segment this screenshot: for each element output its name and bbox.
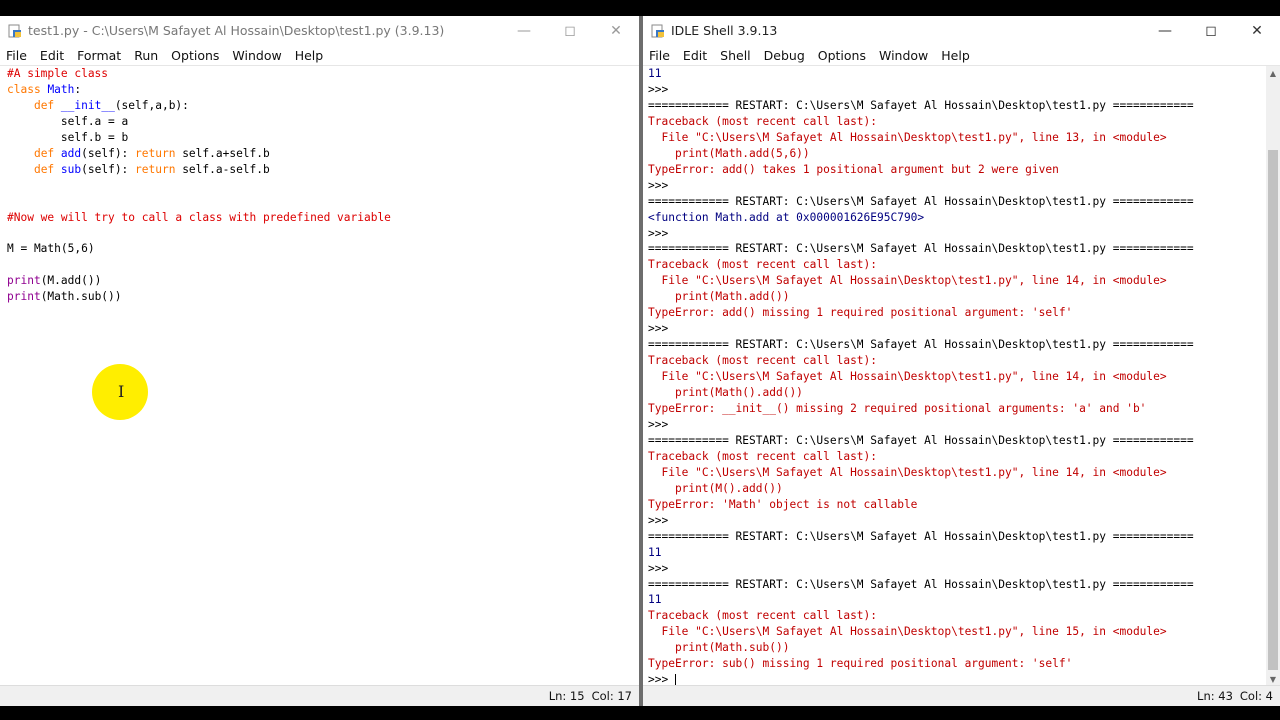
editor-title: test1.py - C:\Users\M Safayet Al Hossain… <box>28 23 445 38</box>
minimize-icon[interactable]: — <box>501 16 547 45</box>
vertical-scrollbar[interactable]: ▲ ▼ <box>1266 66 1280 686</box>
shell-error-line[interactable]: TypeError: __init__() missing 2 required… <box>648 401 1266 417</box>
shell-error-line[interactable]: File "C:\Users\M Safayet Al Hossain\Desk… <box>648 273 1266 289</box>
shell-error-line[interactable]: File "C:\Users\M Safayet Al Hossain\Desk… <box>648 130 1266 146</box>
menu-shell[interactable]: Shell <box>714 48 757 63</box>
code-line[interactable] <box>7 178 639 194</box>
code-line[interactable] <box>7 226 639 242</box>
shell-line[interactable]: >>> <box>648 672 1266 686</box>
editor-menubar: File Edit Format Run Options Window Help <box>0 45 639 66</box>
code-line[interactable]: M = Math(5,6) <box>7 241 639 257</box>
menu-format[interactable]: Format <box>71 48 127 63</box>
menu-debug[interactable]: Debug <box>758 48 811 63</box>
shell-error-line[interactable]: print(Math.sub()) <box>648 640 1266 656</box>
shell-line[interactable]: >>> <box>648 178 1266 194</box>
shell-menubar: File Edit Shell Debug Options Window Hel… <box>643 45 1280 66</box>
horizontal-scrollbar[interactable] <box>0 672 625 686</box>
maximize-icon[interactable]: ◻ <box>547 16 593 45</box>
menu-help[interactable]: Help <box>935 48 976 63</box>
shell-line[interactable]: 11 <box>648 66 1266 82</box>
python-file-icon <box>8 24 22 38</box>
shell-error-line[interactable]: Traceback (most recent call last): <box>648 114 1266 130</box>
shell-error-line[interactable]: TypeError: add() takes 1 positional argu… <box>648 162 1266 178</box>
menu-file[interactable]: File <box>0 48 33 63</box>
shell-column-number: Col: 4 <box>1239 689 1273 703</box>
close-icon[interactable]: ✕ <box>1234 16 1280 45</box>
menu-window[interactable]: Window <box>226 48 287 63</box>
shell-line[interactable]: ============ RESTART: C:\Users\M Safayet… <box>648 337 1266 353</box>
code-line[interactable]: self.b = b <box>7 130 639 146</box>
shell-line[interactable]: ============ RESTART: C:\Users\M Safayet… <box>648 529 1266 545</box>
code-line[interactable]: self.a = a <box>7 114 639 130</box>
editor-column-number: Col: 17 <box>591 689 632 703</box>
shell-line[interactable]: >>> <box>648 82 1266 98</box>
shell-title: IDLE Shell 3.9.13 <box>671 23 778 38</box>
shell-statusbar: Ln: 43 Col: 4 <box>643 685 1280 706</box>
editor-statusbar: Ln: 15 Col: 17 <box>0 685 639 706</box>
shell-error-line[interactable]: print(M().add()) <box>648 481 1266 497</box>
code-line[interactable]: def add(self): return self.a+self.b <box>7 146 639 162</box>
menu-edit[interactable]: Edit <box>34 48 70 63</box>
shell-line[interactable]: 11 <box>648 545 1266 561</box>
code-line[interactable]: #A simple class <box>7 66 639 82</box>
shell-line[interactable]: >>> <box>648 321 1266 337</box>
shell-error-line[interactable]: print(Math.add(5,6)) <box>648 146 1266 162</box>
scroll-down-icon[interactable]: ▼ <box>1266 672 1280 686</box>
code-line[interactable] <box>7 257 639 273</box>
maximize-icon[interactable]: ◻ <box>1188 16 1234 45</box>
shell-error-line[interactable]: print(Math().add()) <box>648 385 1266 401</box>
shell-line[interactable]: >>> <box>648 417 1266 433</box>
shell-line[interactable]: <function Math.add at 0x000001626E95C790… <box>648 210 1266 226</box>
shell-error-line[interactable]: File "C:\Users\M Safayet Al Hossain\Desk… <box>648 465 1266 481</box>
scroll-up-icon[interactable]: ▲ <box>1266 66 1280 80</box>
code-line[interactable]: def sub(self): return self.a-self.b <box>7 162 639 178</box>
shell-error-line[interactable]: File "C:\Users\M Safayet Al Hossain\Desk… <box>648 369 1266 385</box>
close-icon[interactable]: ✕ <box>593 16 639 45</box>
minimize-icon[interactable]: — <box>1142 16 1188 45</box>
shell-line[interactable]: ============ RESTART: C:\Users\M Safayet… <box>648 98 1266 114</box>
code-line[interactable]: print(Math.sub()) <box>7 289 639 305</box>
shell-line[interactable]: ============ RESTART: C:\Users\M Safayet… <box>648 433 1266 449</box>
shell-error-line[interactable]: TypeError: sub() missing 1 required posi… <box>648 656 1266 672</box>
shell-error-line[interactable]: Traceback (most recent call last): <box>648 353 1266 369</box>
editor-titlebar[interactable]: test1.py - C:\Users\M Safayet Al Hossain… <box>0 16 639 45</box>
shell-line[interactable]: >>> <box>648 513 1266 529</box>
scrollbar-thumb[interactable] <box>1268 150 1278 670</box>
menu-help[interactable]: Help <box>289 48 330 63</box>
menu-options[interactable]: Options <box>812 48 872 63</box>
text-cursor-icon: I <box>118 382 125 401</box>
python-file-icon <box>651 24 665 38</box>
code-line[interactable]: def __init__(self,a,b): <box>7 98 639 114</box>
shell-error-line[interactable]: print(Math.add()) <box>648 289 1266 305</box>
shell-line[interactable]: >>> <box>648 561 1266 577</box>
shell-line[interactable]: 11 <box>648 592 1266 608</box>
code-line[interactable] <box>7 194 639 210</box>
shell-line[interactable]: ============ RESTART: C:\Users\M Safayet… <box>648 577 1266 593</box>
shell-line-number: Ln: 43 <box>1197 689 1233 703</box>
shell-line[interactable]: ============ RESTART: C:\Users\M Safayet… <box>648 241 1266 257</box>
editor-line-number: Ln: 15 <box>548 689 585 703</box>
shell-output[interactable]: 11 >>> ============ RESTART: C:\Users\M S… <box>643 66 1266 686</box>
code-line[interactable]: class Math: <box>7 82 639 98</box>
shell-error-line[interactable]: TypeError: 'Math' object is not callable <box>648 497 1266 513</box>
shell-window: IDLE Shell 3.9.13 — ◻ ✕ File Edit Shell … <box>643 16 1280 706</box>
shell-error-line[interactable]: File "C:\Users\M Safayet Al Hossain\Desk… <box>648 624 1266 640</box>
editor-window: test1.py - C:\Users\M Safayet Al Hossain… <box>0 16 639 706</box>
shell-error-line[interactable]: Traceback (most recent call last): <box>648 257 1266 273</box>
shell-line[interactable]: ============ RESTART: C:\Users\M Safayet… <box>648 194 1266 210</box>
menu-options[interactable]: Options <box>165 48 225 63</box>
code-line[interactable]: print(M.add()) <box>7 273 639 289</box>
shell-titlebar[interactable]: IDLE Shell 3.9.13 — ◻ ✕ <box>643 16 1280 45</box>
menu-file[interactable]: File <box>643 48 676 63</box>
menu-window[interactable]: Window <box>873 48 934 63</box>
menu-edit[interactable]: Edit <box>677 48 713 63</box>
shell-error-line[interactable]: Traceback (most recent call last): <box>648 608 1266 624</box>
menu-run[interactable]: Run <box>128 48 164 63</box>
code-line[interactable]: #Now we will try to call a class with pr… <box>7 210 639 226</box>
shell-error-line[interactable]: TypeError: add() missing 1 required posi… <box>648 305 1266 321</box>
shell-line[interactable]: >>> <box>648 226 1266 242</box>
shell-error-line[interactable]: Traceback (most recent call last): <box>648 449 1266 465</box>
